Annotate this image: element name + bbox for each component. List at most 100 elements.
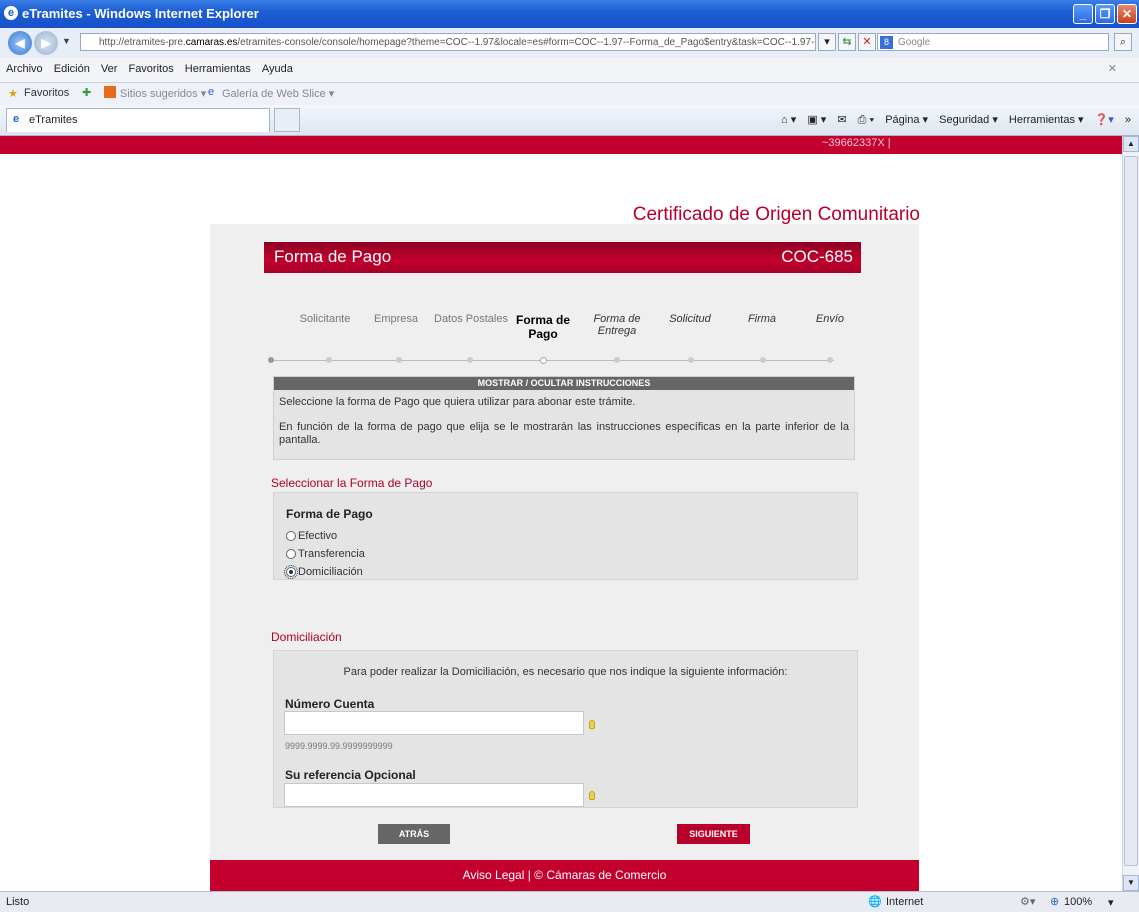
menu-ver[interactable]: Ver xyxy=(101,63,118,75)
step-dot xyxy=(827,357,833,363)
radio-button[interactable] xyxy=(286,531,296,541)
radio-domiciliacion[interactable]: Domiciliación xyxy=(284,563,857,581)
radio-transferencia[interactable]: Transferencia xyxy=(286,545,857,563)
domiciliacion-box: Para poder realizar la Domiciliación, es… xyxy=(273,650,858,808)
zoom-level[interactable]: 100% xyxy=(1064,896,1092,908)
form-header-title: Forma de Pago xyxy=(274,247,392,266)
ie-tab-icon: e xyxy=(13,113,20,125)
reference-field[interactable] xyxy=(284,783,584,807)
ie-logo-icon: e xyxy=(4,6,18,20)
page-footer[interactable]: Aviso Legal | © Cámaras de Comercio xyxy=(210,860,919,891)
step-dot xyxy=(396,357,402,363)
scroll-thumb[interactable] xyxy=(1124,156,1138,866)
status-text: Listo xyxy=(6,896,30,908)
cmd-seguridad[interactable]: Seguridad ▾ xyxy=(939,114,998,126)
radio-button-selected[interactable] xyxy=(284,565,298,579)
scroll-down-icon[interactable]: ▼ xyxy=(1123,875,1139,891)
suggested-sites-link[interactable]: Sitios sugeridos ▾ xyxy=(120,87,206,100)
step-dot-current xyxy=(540,357,547,364)
step-solicitante: Solicitante xyxy=(299,313,351,325)
account-label: Número Cuenta xyxy=(285,697,375,711)
protected-mode-icon[interactable]: ⚙▾ xyxy=(1020,895,1035,908)
reference-label: Su referencia Opcional xyxy=(285,768,416,782)
suggested-sites-icon xyxy=(104,86,116,98)
steps-line xyxy=(271,360,834,361)
cmd-pagina[interactable]: Página ▾ xyxy=(885,114,928,126)
stop-icon[interactable]: ✕ xyxy=(858,33,876,51)
search-icon[interactable]: ⌕ xyxy=(1114,33,1132,51)
account-number-field[interactable] xyxy=(284,711,584,735)
minimize-button[interactable]: _ xyxy=(1073,4,1093,24)
toggle-instructions-button[interactable]: MOSTRAR / OCULTAR INSTRUCCIONES xyxy=(274,377,854,390)
user-id: ~39662337X | xyxy=(822,137,891,149)
command-bar: ⌂ ▾ ▣ ▾ ✉ ⎙ ▾ Página ▾ Seguridad ▾ Herra… xyxy=(773,113,1131,127)
web-slice-icon: e xyxy=(208,86,215,98)
add-favorite-icon[interactable]: ✚ xyxy=(82,86,91,99)
menu-herramientas[interactable]: Herramientas xyxy=(185,63,251,75)
form-header-code: COC-685 xyxy=(781,247,853,266)
step-dot xyxy=(688,357,694,363)
scroll-up-icon[interactable]: ▲ xyxy=(1123,136,1139,152)
maximize-button[interactable]: ❐ xyxy=(1095,4,1115,24)
step-dot xyxy=(326,357,332,363)
radio-efectivo[interactable]: Efectivo xyxy=(286,527,857,545)
step-envio: Envío xyxy=(815,313,845,325)
menu-ayuda[interactable]: Ayuda xyxy=(262,63,293,75)
menu-close-icon[interactable]: ✕ xyxy=(1108,62,1117,75)
vertical-scrollbar[interactable]: ▲ ▼ xyxy=(1122,136,1139,891)
mail-icon[interactable]: ✉ xyxy=(837,114,846,126)
back-button[interactable]: ATRÁS xyxy=(378,824,450,844)
zoom-icon[interactable]: ⊕ xyxy=(1050,895,1059,908)
search-placeholder: Google xyxy=(898,37,931,48)
instructions-box: MOSTRAR / OCULTAR INSTRUCCIONES Seleccio… xyxy=(273,376,855,460)
close-button[interactable]: ✕ xyxy=(1117,4,1137,24)
radio-button[interactable] xyxy=(286,549,296,559)
help-icon[interactable]: ❓▾ xyxy=(1095,114,1114,126)
page-viewport: ~39662337X | Certificado de Origen Comun… xyxy=(0,136,1122,891)
tab-label: eTramites xyxy=(29,114,78,126)
menu-archivo[interactable]: Archivo xyxy=(6,63,43,75)
top-band: ~39662337X | xyxy=(0,136,1122,154)
radio-label: Domiciliación xyxy=(298,566,363,578)
step-datos-postales: Datos Postales xyxy=(434,313,508,325)
wizard-steps: Solicitante Empresa Datos Postales Forma… xyxy=(264,313,861,373)
zoom-dropdown-icon[interactable]: ▾ xyxy=(1108,896,1114,909)
back-icon[interactable]: ◀ xyxy=(8,31,32,55)
step-dot xyxy=(268,357,274,363)
print-icon[interactable]: ⎙ ▾ xyxy=(858,114,874,126)
home-icon[interactable]: ⌂ ▾ xyxy=(781,114,796,126)
address-input[interactable]: http://etramites-pre.camaras.es/etramite… xyxy=(80,33,816,51)
star-icon: ★ xyxy=(8,88,18,100)
url-prefix: http://etramites-pre. xyxy=(99,37,186,48)
address-dropdown-icon[interactable]: ▾ xyxy=(818,33,836,51)
form-header: Forma de Pago COC-685 xyxy=(264,242,861,273)
step-dot xyxy=(467,357,473,363)
menu-edicion[interactable]: Edición xyxy=(54,63,90,75)
payment-section-title: Seleccionar la Forma de Pago xyxy=(271,476,433,490)
history-dropdown-icon[interactable]: ▼ xyxy=(62,36,71,46)
url-domain: camaras.es xyxy=(185,37,238,48)
url-rest: /etramites-console/console/homepage?them… xyxy=(237,37,816,48)
tab-etramites[interactable]: e eTramites xyxy=(6,108,270,132)
account-hint: 9999.9999.99.9999999999 xyxy=(285,741,393,751)
payment-label: Forma de Pago xyxy=(286,507,373,521)
cmd-herramientas[interactable]: Herramientas ▾ xyxy=(1009,114,1084,126)
web-slice-link[interactable]: Galería de Web Slice ▾ xyxy=(222,87,334,100)
new-tab-button[interactable] xyxy=(274,108,300,132)
address-toolbar: ◀ ▶ ▼ http://etramites-pre.camaras.es/et… xyxy=(0,28,1139,59)
hint-bulb-icon xyxy=(589,720,595,729)
favorites-button[interactable]: Favoritos xyxy=(24,87,69,99)
feeds-icon[interactable]: ▣ ▾ xyxy=(807,114,826,126)
zone-text: Internet xyxy=(886,896,924,908)
radio-label: Transferencia xyxy=(298,548,365,560)
chevron-more-icon[interactable]: » xyxy=(1125,114,1131,126)
forward-icon[interactable]: ▶ xyxy=(34,31,58,55)
step-forma-de-pago: Forma de Pago xyxy=(515,313,570,341)
hint-bulb-icon xyxy=(589,791,595,800)
refresh-icon[interactable]: ⇆ xyxy=(838,33,856,51)
page-title: Certificado de Origen Comunitario xyxy=(632,204,920,225)
next-button[interactable]: SIGUIENTE xyxy=(677,824,750,844)
menu-favoritos[interactable]: Favoritos xyxy=(128,63,173,75)
search-input[interactable]: 8 Google xyxy=(877,33,1109,51)
step-empresa: Empresa xyxy=(373,313,419,325)
